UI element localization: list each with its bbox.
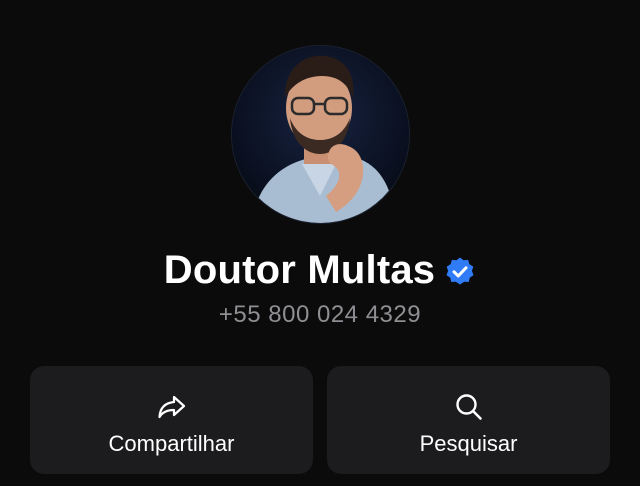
search-icon bbox=[452, 390, 486, 424]
contact-phone-number[interactable]: +55 800 024 4329 bbox=[0, 300, 640, 330]
contact-avatar[interactable] bbox=[232, 46, 409, 223]
contact-name-row: Doutor Multas bbox=[0, 246, 640, 294]
profile-photo bbox=[232, 46, 409, 223]
contact-info-screen: Doutor Multas +55 800 024 4329 Compartil… bbox=[0, 0, 640, 486]
share-arrow-icon bbox=[155, 390, 189, 424]
share-button[interactable]: Compartilhar bbox=[30, 366, 313, 474]
share-button-label: Compartilhar bbox=[108, 431, 235, 456]
search-button[interactable]: Pesquisar bbox=[327, 366, 610, 474]
search-button-label: Pesquisar bbox=[419, 431, 518, 456]
contact-name: Doutor Multas bbox=[163, 248, 436, 292]
verified-badge-icon bbox=[444, 256, 476, 288]
